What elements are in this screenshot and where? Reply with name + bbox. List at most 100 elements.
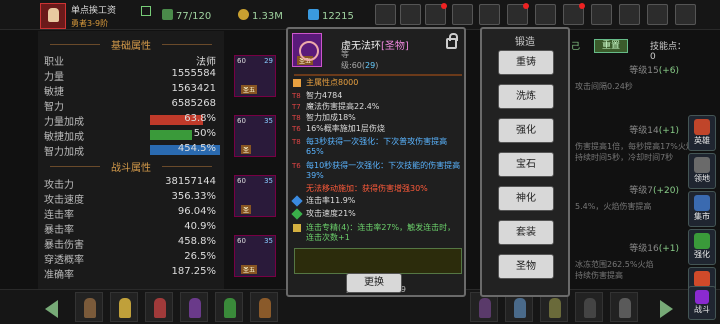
attr-row: 穿透概率 26.5% <box>44 251 220 266</box>
attr-row: 攻击速度 356.33% <box>44 191 220 206</box>
deify-button[interactable]: 神化 <box>498 186 554 211</box>
hero-figure <box>259 298 271 318</box>
skill-level: 等级7(+20) <box>629 186 679 196</box>
attr-value: 26.5% <box>184 251 216 262</box>
attr-value: 458.8% <box>177 236 216 247</box>
hero-slot[interactable] <box>110 292 138 322</box>
equipment-slot[interactable]: 60 35 圣 <box>234 115 276 157</box>
wheel-icon[interactable] <box>507 3 529 25</box>
attr-row: 职业 法师 <box>44 53 220 68</box>
recast-button[interactable]: 重铸 <box>498 50 554 75</box>
menu-icon[interactable] <box>675 4 696 25</box>
hero-slot-locked[interactable] <box>575 292 603 322</box>
shop-icon[interactable] <box>375 4 396 25</box>
prev-arrow-icon[interactable] <box>45 300 58 318</box>
nav-market[interactable]: 集市 <box>688 191 716 227</box>
chart-icon[interactable] <box>479 4 500 25</box>
replace-button[interactable]: 更换 <box>346 273 402 293</box>
item-attribute-line: 无法移动施加：获得伤害增强30% <box>306 184 462 194</box>
item-tag: 圣五 <box>297 56 314 65</box>
nav-label: 集市 <box>694 212 710 221</box>
store-icon[interactable] <box>400 4 421 25</box>
nav-battle[interactable]: 战斗 <box>688 286 716 320</box>
tier-label: T8 <box>292 138 301 146</box>
attr-value: 50% <box>193 128 216 139</box>
nav-territory[interactable]: 领地 <box>688 153 716 189</box>
attr-value: 96.04% <box>177 206 216 217</box>
hero-slot[interactable] <box>250 292 278 322</box>
forge-menu: 锻造 重铸 洗炼 强化 宝石 神化 套装 圣物 <box>480 27 570 297</box>
nav-label: 战斗 <box>694 305 710 314</box>
hero-slot[interactable] <box>215 292 243 322</box>
combat-attr-header: 战斗属性 <box>38 159 224 174</box>
grid-icon[interactable] <box>452 4 473 25</box>
skill-row[interactable]: 等级15(+6) 攻击间隔0.24秒 <box>571 61 683 113</box>
skill-row[interactable]: 等级14(+1) 伤害提高1倍，每秒提高17%火焰 持续时间5秒，冷却时间7秒 <box>571 121 694 173</box>
guild-icon[interactable] <box>591 4 612 25</box>
set-button[interactable]: 套装 <box>498 220 554 245</box>
enhance-button[interactable]: 强化 <box>498 118 554 143</box>
item-attribute-line: 攻击速度21% <box>291 208 462 220</box>
item-icon: 圣五 <box>292 33 322 67</box>
hero-figure <box>154 298 166 318</box>
gift-icon[interactable] <box>535 4 556 25</box>
top-bar: 单点挨工资 勇者3-9阶 77/120 1.33M 12215 <box>0 0 720 30</box>
battle-icon <box>695 290 709 304</box>
hero-slot[interactable] <box>75 292 103 322</box>
relic-button[interactable]: 圣物 <box>498 254 554 279</box>
lock-icon[interactable] <box>446 33 458 49</box>
attr-label: 暴击率 <box>44 225 74 236</box>
nav-enhance[interactable]: 强化 <box>688 229 716 265</box>
hero-slot[interactable] <box>180 292 208 322</box>
gem-button[interactable]: 宝石 <box>498 152 554 177</box>
bag-icon[interactable] <box>563 3 585 25</box>
equipment-slot[interactable]: 60 29 圣五 <box>234 55 276 97</box>
refine-button[interactable]: 洗炼 <box>498 84 554 109</box>
chat-icon[interactable] <box>647 4 668 25</box>
base-attr-header: 基础属性 <box>38 37 224 52</box>
attribute-text: 每3秒获得一次强化：下次普攻伤害提高65% <box>306 137 448 156</box>
hero-figure <box>119 298 131 318</box>
equipment-slot[interactable]: 60 35 圣五 <box>234 235 276 277</box>
skill-desc: 持续伤害提高 <box>575 271 623 280</box>
gems: 12215 <box>308 9 354 22</box>
attr-value: 187.25% <box>171 266 217 277</box>
reset-button[interactable]: 重置 <box>594 39 628 53</box>
attr-value: 40.9% <box>184 221 216 232</box>
attr-value: 63.8% <box>184 113 216 124</box>
slot-tag: 圣五 <box>241 265 258 274</box>
slot-level: 60 <box>237 117 246 125</box>
box-icon[interactable] <box>619 4 640 25</box>
slot-count: 35 <box>264 237 273 245</box>
skill-row[interactable]: 等级16(+1) 冰冻范围262.5%火焰 持续伤害提高 <box>571 239 683 291</box>
hero-slot[interactable] <box>610 292 638 322</box>
set-bonus-box <box>294 248 462 274</box>
edit-icon[interactable] <box>141 6 151 16</box>
slot-tag: 圣 <box>241 145 252 154</box>
attr-label: 准确率 <box>44 270 74 281</box>
skill-desc: 持续时间5秒，冷却时间7秒 <box>575 153 674 162</box>
skill-row[interactable]: 等级7(+20) 5.4%，火焰伤害提高 <box>571 181 683 233</box>
attr-label: 力量 <box>44 72 64 83</box>
attr-row: 敏捷加成 50% <box>44 128 220 143</box>
attr-value: 法师 <box>196 57 216 68</box>
hero-icon <box>694 119 710 135</box>
nav-label: 英雄 <box>694 136 710 145</box>
attr-label: 敏捷 <box>44 87 64 98</box>
equipment-slot[interactable]: 60 35 圣 <box>234 175 276 217</box>
attr-value: 38157144 <box>165 176 216 187</box>
next-arrow-icon[interactable] <box>660 300 673 318</box>
attr-label: 智力加成 <box>44 147 84 158</box>
mail-icon[interactable] <box>425 3 447 25</box>
attr-label: 攻击力 <box>44 180 74 191</box>
attr-row: 力量 1555584 <box>44 68 220 83</box>
hero-slot[interactable] <box>145 292 173 322</box>
attr-label: 穿透概率 <box>44 255 84 266</box>
slot-tag: 圣五 <box>241 85 258 94</box>
attribute-icon <box>293 224 301 232</box>
hero-figure <box>224 298 236 318</box>
attr-row: 准确率 187.25% <box>44 266 220 281</box>
avatar[interactable] <box>40 3 66 29</box>
attribute-icon <box>293 79 301 87</box>
nav-hero[interactable]: 英雄 <box>688 115 716 151</box>
